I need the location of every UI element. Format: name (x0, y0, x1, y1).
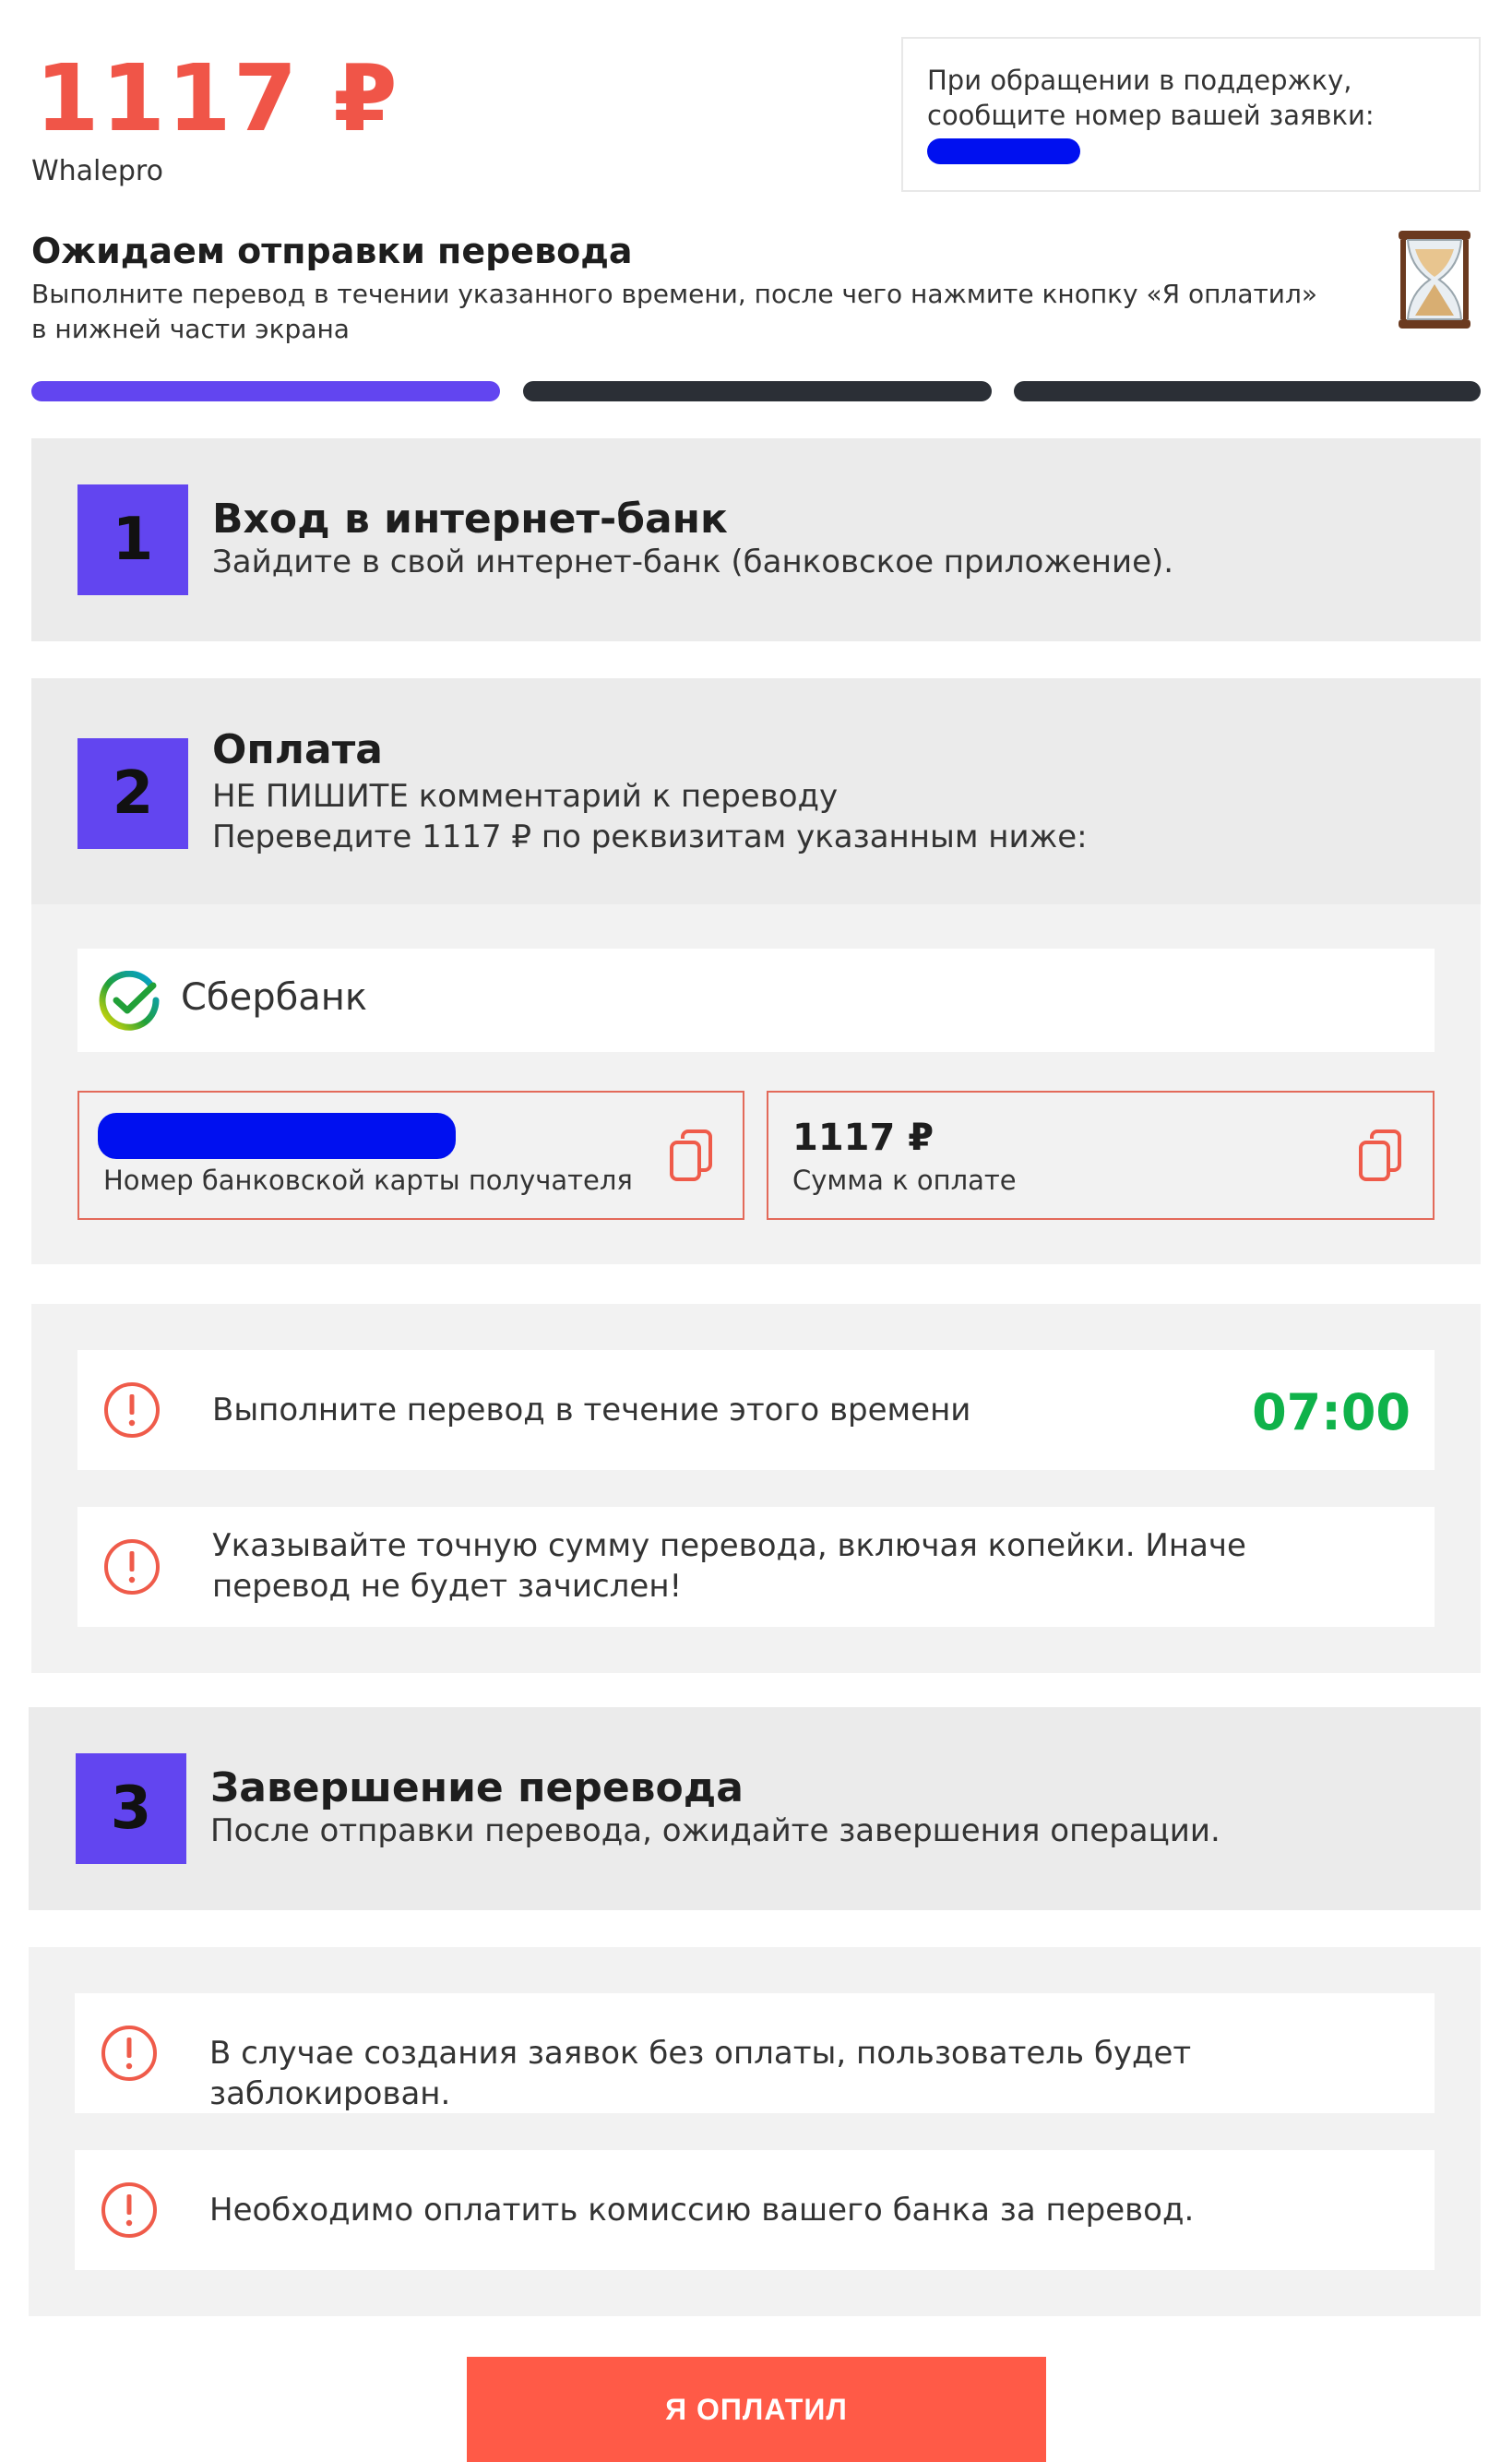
order-amount: 1117 ₽ (35, 44, 399, 152)
status-description: Выполните перевод в течении указанного в… (31, 279, 1318, 344)
block-warning: В случае создания заявок без оплаты, пол… (75, 1993, 1435, 2113)
card-number-field[interactable]: Номер банковской карты получателя (77, 1091, 744, 1220)
step-2-line1: НЕ ПИШИТЕ комментарий к переводу (212, 778, 839, 815)
sum-field[interactable]: 1117 ₽ Сумма к оплате (767, 1091, 1435, 1220)
step-1-text: Зайдите в свой интернет-банк (банковское… (212, 544, 1174, 580)
step-3-title: Завершение перевода (210, 1764, 744, 1811)
fee-warning-text: Необходимо оплатить комиссию вашего банк… (209, 2192, 1195, 2229)
bank-name: Сбербанк (181, 976, 368, 1019)
alert-icon (104, 1382, 160, 1438)
timer-alert: Выполните перевод в течение этого времен… (77, 1350, 1435, 1470)
sum-value: 1117 ₽ (792, 1117, 935, 1159)
exact-sum-alert: Указывайте точную сумму перевода, включа… (77, 1507, 1435, 1627)
step-2-title: Оплата (212, 726, 383, 773)
countdown-timer: 07:00 (1252, 1383, 1411, 1441)
progress-step-3 (1014, 381, 1481, 401)
bank-card: Сбербанк (77, 949, 1435, 1052)
block-warning-text: В случае создания заявок без оплаты, пол… (209, 2035, 1192, 2112)
step-3-text: После отправки перевода, ожидайте заверш… (210, 1812, 1220, 1849)
header: 1117 ₽ Whalepro При обращении в поддержк… (0, 0, 1512, 203)
alert-icon (101, 2026, 157, 2081)
warnings-panel: В случае создания заявок без оплаты, пол… (29, 1947, 1481, 2316)
support-box: При обращении в поддержку, сообщите номе… (901, 37, 1481, 192)
hourglass-icon (1399, 231, 1470, 329)
step-2-panel: 2 Оплата НЕ ПИШИТЕ комментарий к перевод… (31, 678, 1481, 1264)
order-number-redacted (927, 138, 1080, 164)
status-title: Ожидаем отправки перевода (31, 231, 633, 271)
step-1-title: Вход в интернет-банк (212, 496, 728, 543)
timer-alerts-panel: Выполните перевод в течение этого времен… (31, 1304, 1481, 1673)
step-1-number: 1 (77, 484, 188, 595)
support-text: При обращении в поддержку, сообщите номе… (927, 65, 1375, 131)
sum-label: Сумма к оплате (792, 1165, 1017, 1196)
progress-step-1 (31, 381, 500, 401)
alert-icon (101, 2182, 157, 2238)
step-2-line2: Переведите 1117 ₽ по реквизитам указанны… (212, 819, 1088, 855)
i-paid-button[interactable]: Я ОПЛАТИЛ (467, 2357, 1046, 2462)
step-1-panel: 1 Вход в интернет-банк Зайдите в свой ин… (31, 438, 1481, 641)
step-3-panel: 3 Завершение перевода После отправки пер… (29, 1707, 1481, 1910)
card-number-redacted (98, 1113, 456, 1159)
fee-warning: Необходимо оплатить комиссию вашего банк… (75, 2150, 1435, 2270)
copy-sum-icon[interactable] (1357, 1129, 1403, 1185)
timer-text: Выполните перевод в течение этого времен… (212, 1392, 971, 1428)
alert-icon (104, 1539, 160, 1595)
step-2-header: 2 Оплата НЕ ПИШИТЕ комментарий к перевод… (31, 678, 1481, 904)
step-2-number: 2 (77, 738, 188, 849)
exact-sum-text: Указывайте точную сумму перевода, включа… (212, 1527, 1246, 1605)
step-3-number: 3 (76, 1753, 186, 1864)
sberbank-logo-icon (99, 971, 160, 1031)
merchant-name: Whalepro (31, 155, 163, 187)
progress-step-2 (523, 381, 992, 401)
copy-card-icon[interactable] (668, 1129, 714, 1185)
card-number-label: Номер банковской карты получателя (103, 1165, 633, 1196)
